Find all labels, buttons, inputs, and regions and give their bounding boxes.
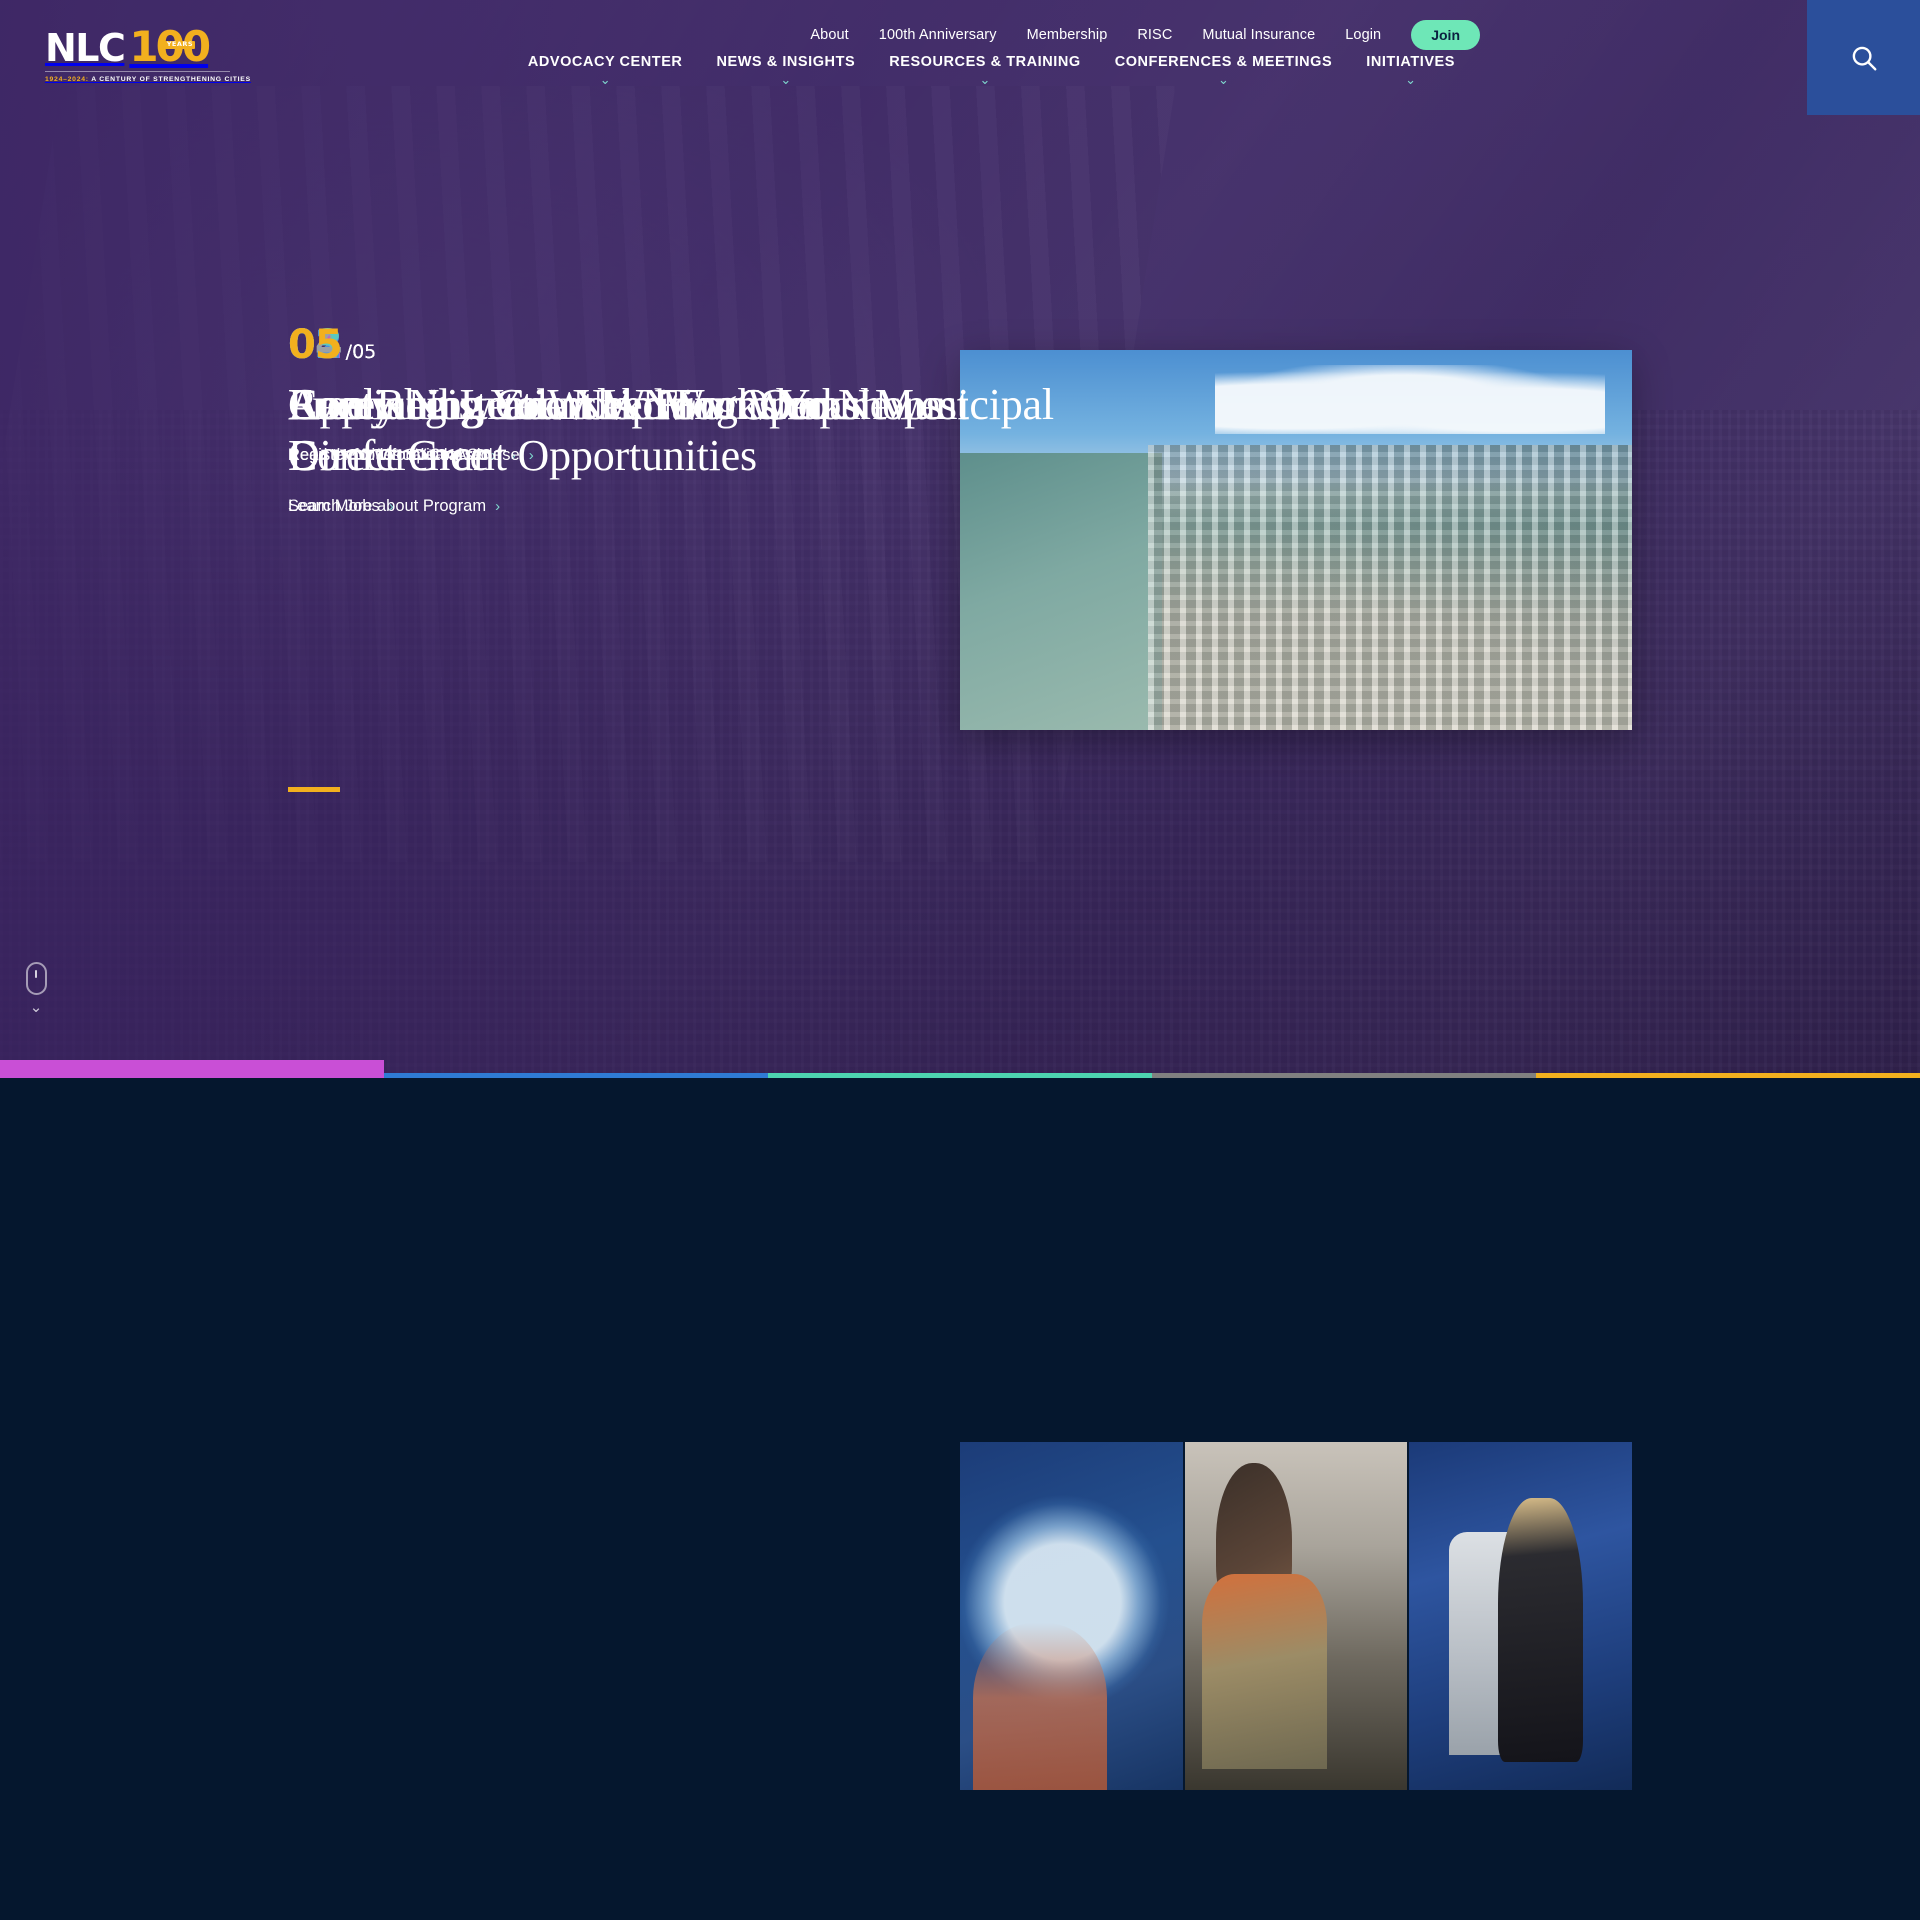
progress-segment[interactable] [1536, 1073, 1920, 1078]
accent-underline [288, 787, 340, 792]
mouse-scroll-icon [25, 962, 47, 995]
chevron-right-icon: › [528, 447, 534, 465]
progress-segment[interactable] [384, 1073, 768, 1078]
search-icon [1852, 46, 1876, 70]
hero-slider[interactable]: 01 /05 Apply Now to Work From Our Newest… [0, 0, 1920, 1078]
search-button[interactable] [1807, 0, 1920, 115]
slide-title: Free Registration Is Now Open [288, 380, 833, 429]
utility-nav-login[interactable]: Login [1345, 27, 1381, 43]
nav-item-conferences-meetings[interactable]: CONFERENCES & MEETINGS ⌄ [1114, 54, 1333, 87]
logo-years-badge: YEARS [164, 40, 196, 49]
shop-counter-image [1184, 1442, 1408, 1790]
nav-label: CONFERENCES & MEETINGS [1114, 54, 1333, 70]
hero-slide-text: 05 /05 Free Registration Is Now Open Reg… [288, 325, 1088, 465]
slide-counter: 05 /05 [288, 325, 1088, 365]
slide-counter-current: 05 [288, 322, 343, 368]
progress-segment[interactable] [0, 1060, 384, 1078]
chevron-down-icon: ⌄ [979, 72, 991, 87]
nav-label: ADVOCACY CENTER [527, 54, 683, 70]
chevron-down-icon: ⌄ [1218, 72, 1229, 87]
scroll-indicator[interactable]: ⌄ [18, 962, 54, 1015]
nav-label: INITIATIVES [1366, 54, 1455, 70]
hero-section: 01 /05 Apply Now to Work From Our Newest… [0, 0, 1920, 1078]
nav-label: RESOURCES & TRAINING [889, 54, 1081, 70]
chevron-down-icon: ⌄ [29, 999, 43, 1016]
logo-tagline: 1924–2024: A CENTURY OF STRENGTHENING CI… [45, 70, 250, 83]
globe-in-hands-image [960, 1442, 1183, 1790]
site-header: NLC 100 YEARS 1924–2024: A CENTURY OF ST… [0, 0, 1920, 115]
logo-tagline-text: A CENTURY OF STRENGTHENING CITIES [91, 75, 251, 83]
nav-item-initiatives[interactable]: INITIATIVES ⌄ [1366, 54, 1455, 87]
nav-label: NEWS & INSIGHTS [716, 54, 856, 70]
progress-segment[interactable] [768, 1073, 1152, 1078]
slider-progress-bar[interactable] [0, 1060, 1920, 1078]
hero-slide-active: 05 /05 Free Registration Is Now Open Reg… [0, 0, 1920, 1078]
logo-tagline-years: 1924–2024: [45, 75, 89, 83]
join-button[interactable]: Join [1411, 20, 1480, 50]
utility-nav-mutual-insurance[interactable]: Mutual Insurance [1202, 27, 1315, 43]
slide-cta-label: Register Now for Virtual Course [288, 446, 520, 465]
utility-nav-risc[interactable]: RISC [1137, 27, 1172, 43]
progress-segment[interactable] [1152, 1073, 1536, 1078]
slide-cta-link[interactable]: Register Now for Virtual Course › [288, 446, 534, 465]
utility-nav-100th-anniversary[interactable]: 100th Anniversary [879, 27, 997, 43]
nav-item-advocacy-center[interactable]: ADVOCACY CENTER ⌄ [527, 54, 683, 87]
stage-speaker-image [1409, 1442, 1633, 1790]
utility-navigation: About 100th Anniversary Membership RISC … [810, 20, 1480, 50]
main-navigation: ADVOCACY CENTER ⌄ NEWS & INSIGHTS ⌄ RESO… [527, 54, 1455, 87]
chevron-down-icon: ⌄ [780, 72, 792, 87]
logo-nlc-text: NLC [45, 25, 126, 70]
nav-item-news-insights[interactable]: NEWS & INSIGHTS ⌄ [716, 54, 856, 87]
chevron-down-icon: ⌄ [1405, 72, 1417, 87]
utility-nav-about[interactable]: About [810, 27, 848, 43]
nlc-logo[interactable]: NLC 100 YEARS 1924–2024: A CENTURY OF ST… [45, 25, 250, 83]
slide-counter-total: /05 [345, 341, 377, 363]
utility-nav-membership[interactable]: Membership [1027, 27, 1108, 43]
logo-anniversary-text: 100 YEARS [129, 26, 211, 68]
nav-item-resources-training[interactable]: RESOURCES & TRAINING ⌄ [889, 54, 1081, 87]
feature-image-row [960, 1442, 1633, 1790]
chevron-down-icon: ⌄ [599, 72, 611, 87]
